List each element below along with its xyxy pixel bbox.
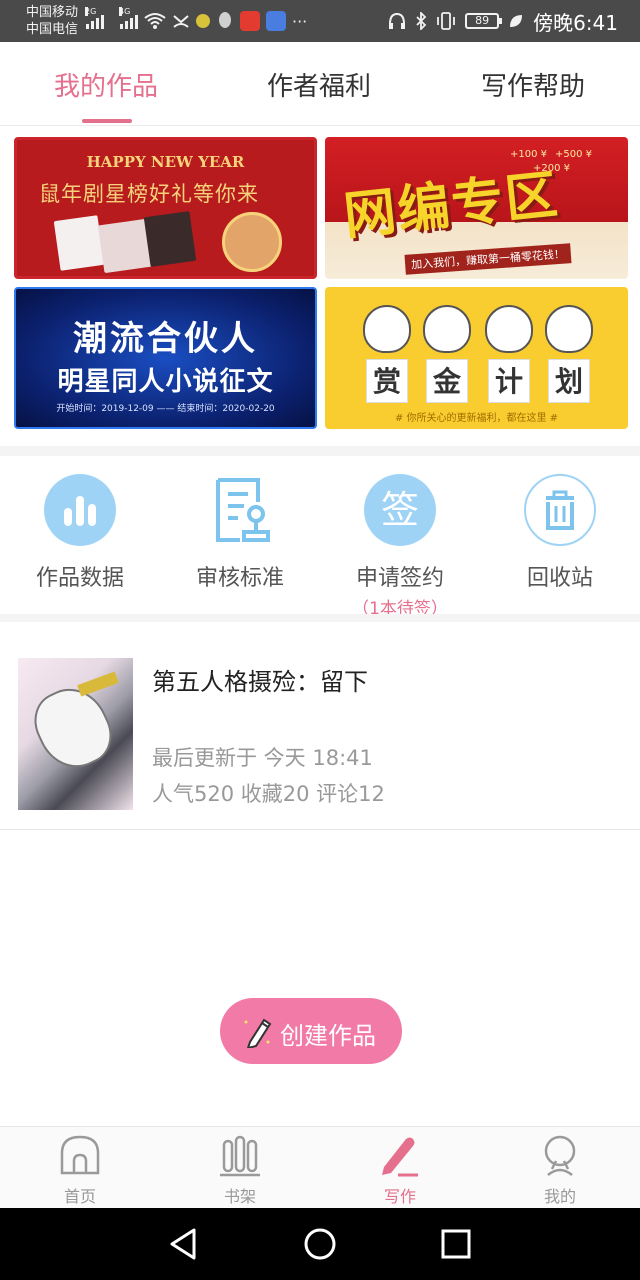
bounty-char: 划 — [548, 359, 590, 403]
status-right-icons: 89 傍晚6:41 — [388, 8, 618, 35]
carrier-info: 中国移动 中国电信 — [26, 4, 78, 38]
qq-icon — [219, 12, 231, 28]
product-card — [143, 211, 197, 267]
tab-author-benefits[interactable]: 作者福利 — [219, 66, 419, 103]
work-title[interactable]: 第五人格摄殓：留下 — [152, 662, 368, 697]
leaf-icon — [510, 15, 523, 27]
missed-call-icon — [173, 15, 189, 28]
document-stamp-icon — [204, 474, 276, 546]
banner-subtitle: 加入我们，赚取第一桶零花钱！ — [404, 243, 572, 275]
vibrate-icon — [437, 12, 455, 30]
work-cover-image[interactable] — [18, 658, 133, 810]
trash-icon — [524, 474, 596, 546]
quick-actions: 作品数据 审核标准 签 申请签约 （1本待签） 回收站 — [0, 456, 640, 619]
mouse-mascot — [222, 212, 282, 272]
pen-icon — [378, 1133, 422, 1177]
back-icon[interactable] — [164, 1226, 204, 1262]
bounty-char: 赏 — [366, 359, 408, 403]
bookshelf-icon — [218, 1133, 262, 1177]
work-stats: 人气520 收藏20 评论12 — [152, 782, 385, 806]
bounty-char: 金 — [426, 359, 468, 403]
banner-grid: HAPPY NEW YEAR 鼠年剧星榜好礼等你来 +100 ¥ +500 ¥ … — [0, 128, 640, 446]
create-work-button[interactable]: 创建作品 — [220, 998, 402, 1064]
action-label: 作品数据 — [35, 566, 124, 591]
signal-1-icon: 2G — [85, 7, 104, 29]
status-bar: 中国移动 中国电信 2G 4G ··· 89 傍晚6:41 — [0, 0, 640, 42]
action-apply-contract[interactable]: 签 申请签约 （1本待签） — [320, 474, 480, 619]
tab-writing-help[interactable]: 写作帮助 — [433, 66, 633, 103]
profile-icon — [538, 1133, 582, 1177]
product-card — [53, 215, 105, 271]
home-icon — [58, 1133, 102, 1177]
nav-label: 我的 — [543, 1187, 576, 1206]
banner-dates: 开始时间：2019-12-09 —— 结束时间：2020-02-20 — [56, 404, 275, 414]
active-tab-indicator — [82, 119, 132, 123]
tab-my-works[interactable]: 我的作品 — [6, 66, 206, 103]
home-button-icon[interactable] — [300, 1226, 340, 1262]
nav-label: 首页 — [63, 1187, 96, 1206]
nav-bookshelf[interactable]: 书架 — [160, 1133, 320, 1207]
battery-icon: 89 — [465, 13, 503, 29]
cat-icon — [545, 305, 593, 353]
recent-apps-icon[interactable] — [436, 1226, 476, 1262]
bar-chart-icon — [44, 474, 116, 546]
status-left-icons: 2G 4G ··· — [85, 7, 308, 34]
nav-label: 写作 — [383, 1187, 416, 1206]
top-tabs: 我的作品 作者福利 写作帮助 — [0, 42, 640, 126]
more-notifications-icon: ··· — [292, 11, 308, 31]
work-list-item[interactable]: 第五人格摄殓：留下 最后更新于 今天 18:41 人气520 收藏20 评论12 — [0, 622, 640, 830]
banner-line-2: 明星同人小说征文 — [57, 367, 274, 397]
banner-editor-zone[interactable]: +100 ¥ +500 ¥ +200 ¥ 网编专区 加入我们，赚取第一桶零花钱！ — [325, 137, 628, 279]
action-recycle-bin[interactable]: 回收站 — [480, 474, 640, 592]
weibo-icon — [240, 11, 260, 31]
signal-2-icon: 4G — [119, 7, 138, 29]
network-type-2: 4G — [119, 7, 131, 16]
bottom-nav: 首页 书架 写作 我的 — [0, 1126, 640, 1208]
action-label: 申请签约 — [355, 566, 444, 591]
bounty-char: 计 — [488, 359, 530, 403]
action-label: 审核标准 — [195, 566, 284, 591]
bluetooth-icon — [416, 12, 427, 30]
banner-contest[interactable]: 潮流合伙人 明星同人小说征文 开始时间：2019-12-09 —— 结束时间：2… — [14, 287, 317, 429]
banner-slogan: 鼠年剧星榜好礼等你来 — [39, 182, 259, 206]
nav-write[interactable]: 写作 — [320, 1133, 480, 1207]
action-work-data[interactable]: 作品数据 — [0, 474, 160, 592]
banner-line-1: 潮流合伙人 — [73, 319, 258, 359]
sign-icon: 签 — [364, 474, 436, 546]
product-card — [97, 218, 153, 274]
nav-profile[interactable]: 我的 — [480, 1133, 640, 1207]
nav-home[interactable]: 首页 — [0, 1133, 160, 1207]
work-updated-time: 最后更新于 今天 18:41 — [152, 746, 373, 770]
network-type-1: 2G — [85, 7, 97, 16]
banner-bounty[interactable]: 赏 金 计 划 # 你所关心的更新福利，都在这里 # — [325, 287, 628, 429]
clock: 傍晚6:41 — [533, 10, 618, 35]
banner-title: 网编专区 — [341, 164, 563, 248]
action-review-standards[interactable]: 审核标准 — [160, 474, 320, 592]
music-app-icon — [266, 11, 286, 31]
nav-label: 书架 — [223, 1187, 256, 1206]
section-divider — [0, 446, 640, 456]
action-label: 回收站 — [526, 566, 593, 591]
app-root: 中国移动 中国电信 2G 4G ··· 89 傍晚6:41 我的作品 作者福利 … — [0, 0, 640, 1280]
system-nav-bar — [0, 1208, 640, 1280]
cat-icon — [485, 305, 533, 353]
tips-app-icon — [196, 14, 210, 28]
banner-new-year[interactable]: HAPPY NEW YEAR 鼠年剧星榜好礼等你来 — [14, 137, 317, 279]
carrier-2: 中国电信 — [26, 22, 79, 37]
headphones-icon — [389, 12, 406, 29]
pencil-icon — [244, 1018, 272, 1048]
banner-note: # 你所关心的更新福利，都在这里 # — [394, 413, 559, 424]
carrier-1: 中国移动 — [26, 5, 79, 20]
wifi-icon — [144, 13, 166, 29]
banner-heading: HAPPY NEW YEAR — [86, 153, 245, 171]
coin-label: +500 ¥ — [555, 149, 593, 160]
section-divider — [0, 614, 640, 622]
cat-icon — [423, 305, 471, 353]
create-work-label: 创建作品 — [280, 1022, 376, 1050]
cat-icon — [363, 305, 411, 353]
